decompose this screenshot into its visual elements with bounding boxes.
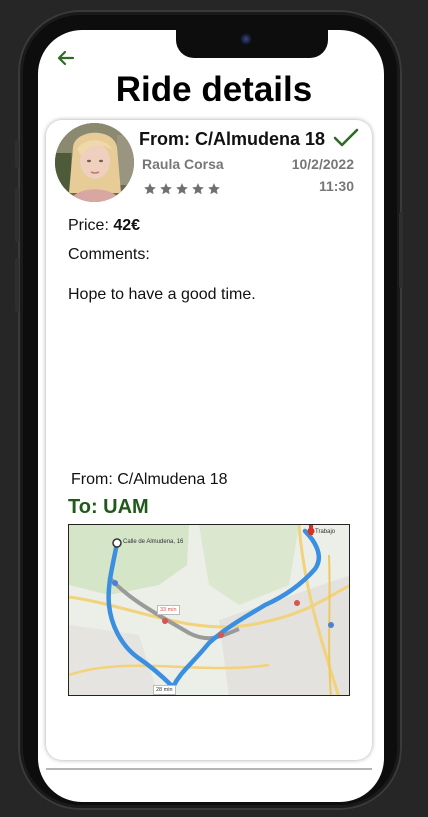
- route-origin: From: C/Almudena 18: [71, 471, 228, 488]
- route-map[interactable]: Calle de Almudena, 16 Trabajo 33 min 28 …: [68, 524, 350, 696]
- route-map-graphic: [69, 525, 349, 695]
- comments-label: Comments:: [68, 246, 150, 263]
- map-car-time-badge: 33 min: [157, 605, 180, 615]
- map-origin-label: Calle de Almudena, 16: [123, 539, 184, 545]
- map-alt-time-badge: 28 min: [153, 685, 176, 695]
- back-button[interactable]: [56, 48, 76, 68]
- arrow-left-icon: [57, 50, 75, 66]
- card-bottom-divider: [46, 768, 372, 770]
- star-icon: [160, 183, 172, 195]
- driver-rating: [143, 182, 221, 196]
- phone-mute-switch: [15, 140, 19, 168]
- phone-volume-up: [15, 188, 19, 242]
- phone-volume-down: [15, 258, 19, 312]
- phone-power-button: [399, 212, 403, 288]
- driver-avatar[interactable]: [55, 123, 134, 202]
- price-label: Price:: [68, 217, 109, 234]
- map-destination-label: Trabajo: [315, 529, 336, 535]
- star-icon: [144, 183, 156, 195]
- star-icon: [192, 183, 204, 195]
- front-camera: [240, 33, 252, 45]
- driver-name[interactable]: Raula Corsa: [142, 156, 224, 172]
- check-icon: [333, 128, 359, 147]
- notch: [176, 30, 328, 58]
- star-icon: [176, 183, 188, 195]
- avatar-photo: [55, 123, 134, 202]
- ride-time: 11:30: [318, 178, 354, 194]
- price-value: 42€: [113, 217, 141, 234]
- page-title: Ride details: [115, 70, 313, 109]
- comment-text: Hope to have a good time.: [68, 286, 256, 303]
- price-line: Price: 42€: [68, 217, 140, 235]
- ride-date: 10/2/2022: [291, 156, 354, 172]
- star-icon: [208, 183, 220, 195]
- route-destination: To: UAM: [68, 496, 149, 518]
- ride-origin-header: From: C/Almudena 18: [139, 129, 326, 149]
